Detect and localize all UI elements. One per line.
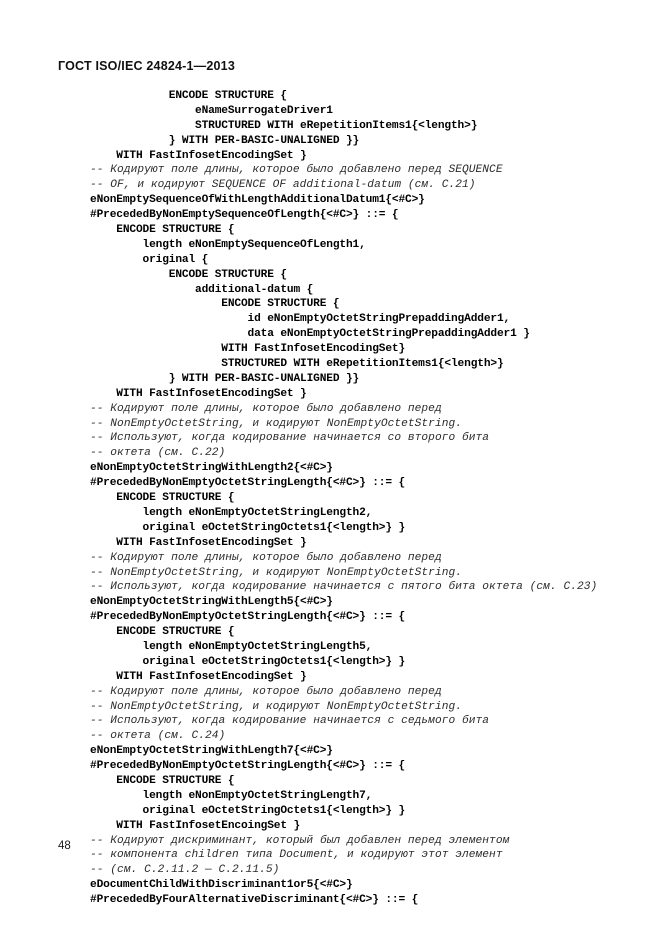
asn1-code-block: ENCODE STRUCTURE { eNameSurrogateDriver1… [90,89,635,908]
code-source-line: original eOctetStringOctets1{<length>} } [90,655,406,668]
code-source-line: original { [90,253,209,266]
code-source-line: WITH FastInfosetEncodingSet } [90,536,307,549]
code-comment-line: -- (см. C.2.11.2 — C.2.11.5) [90,864,280,877]
code-source-line: eNonEmptyOctetStringWithLength2{<#C>} [90,462,333,475]
code-source-line: eNameSurrogateDriver1 [90,104,333,117]
code-source-line: WITH FastInfosetEncodingSet } [90,387,307,400]
code-comment-line: -- компонента children типа Document, и … [90,849,503,862]
code-source-line: length eNonEmptyOctetStringLength7, [90,789,373,802]
code-source-line: WITH FastInfosetEncodingSet } [90,670,307,683]
code-source-line: length eNonEmptyOctetStringLength2, [90,506,373,519]
code-source-line: ENCODE STRUCTURE { [90,492,235,505]
code-source-line: ENCODE STRUCTURE { [90,268,287,281]
code-source-line: eNonEmptyOctetStringWithLength7{<#C>} [90,745,333,758]
code-source-line: length eNonEmptySequenceOfLength1, [90,238,366,251]
code-source-line: ENCODE STRUCTURE { [90,626,235,639]
code-comment-line: -- NonEmptyOctetString, и кодируют NonEm… [90,417,462,430]
code-comment-line: -- Кодируют дискриминант, который был до… [90,834,510,847]
code-comment-line: -- OF, и кодируют SEQUENCE OF additional… [90,179,476,192]
code-source-line: id eNonEmptyOctetStringPrepaddingAdder1, [90,313,511,326]
code-comment-line: -- Кодируют поле длины, которое было доб… [90,402,442,415]
code-source-line: #PrecededByFourAlternativeDiscriminant{<… [90,894,419,907]
code-source-line: ENCODE STRUCTURE { [90,224,235,237]
code-source-line: STRUCTURED WITH eRepetitionItems1{<lengt… [90,119,478,132]
code-source-line: #PrecededByNonEmptySequenceOfLength{<#C>… [90,209,399,222]
code-source-line: eDocumentChildWithDiscriminant1or5{<#C>} [90,879,353,892]
code-source-line: ENCODE STRUCTURE { [90,774,235,787]
code-comment-line: -- Используют, когда кодирование начинае… [90,715,490,728]
code-source-line: #PrecededByNonEmptyOctetStringLength{<#C… [90,611,406,624]
code-source-line: #PrecededByNonEmptyOctetStringLength{<#C… [90,760,406,773]
code-source-line: } WITH PER-BASIC-UNALIGNED }} [90,134,360,147]
code-source-line: length eNonEmptyOctetStringLength5, [90,640,373,653]
code-source-line: #PrecededByNonEmptyOctetStringLength{<#C… [90,477,406,490]
code-source-line: ENCODE STRUCTURE { [90,90,287,102]
code-source-line: WITH FastInfosetEncodingSet} [90,343,406,356]
code-comment-line: -- Кодируют поле длины, которое было доб… [90,551,442,564]
document-header-standard-number: ГОСТ ISO/IEC 24824-1—2013 [58,59,235,73]
code-source-line: eNonEmptySequenceOfWithLengthAdditionalD… [90,194,425,207]
code-source-line: } WITH PER-BASIC-UNALIGNED }} [90,372,360,385]
page-number: 48 [58,840,71,852]
code-source-line: additional-datum { [90,283,314,296]
code-comment-line: -- NonEmptyOctetString, и кодируют NonEm… [90,566,462,579]
code-comment-line: -- Кодируют поле длины, которое было доб… [90,685,442,698]
code-source-line: ENCODE STRUCTURE { [90,298,340,311]
code-comment-line: -- октета (см. C.24) [90,730,226,743]
document-page: ГОСТ ISO/IEC 24824-1—2013 ENCODE STRUCTU… [0,0,661,935]
code-source-line: data eNonEmptyOctetStringPrepaddingAdder… [90,328,530,341]
code-comment-line: -- Кодируют поле длины, которое было доб… [90,164,503,177]
code-comment-line: -- Используют, когда кодирование начинае… [90,581,598,594]
code-comment-line: -- Используют, когда кодирование начинае… [90,432,490,445]
code-comment-line: -- NonEmptyOctetString, и кодируют NonEm… [90,700,462,713]
code-comment-line: -- октета (см. C.22) [90,447,226,460]
code-source-line: WITH FastInfosetEncoingSet } [90,819,301,832]
code-source-line: original eOctetStringOctets1{<length>} } [90,804,406,817]
code-source-line: original eOctetStringOctets1{<length>} } [90,521,406,534]
code-source-line: eNonEmptyOctetStringWithLength5{<#C>} [90,596,333,609]
code-source-line: WITH FastInfosetEncodingSet } [90,149,307,162]
code-source-line: STRUCTURED WITH eRepetitionItems1{<lengt… [90,358,504,371]
